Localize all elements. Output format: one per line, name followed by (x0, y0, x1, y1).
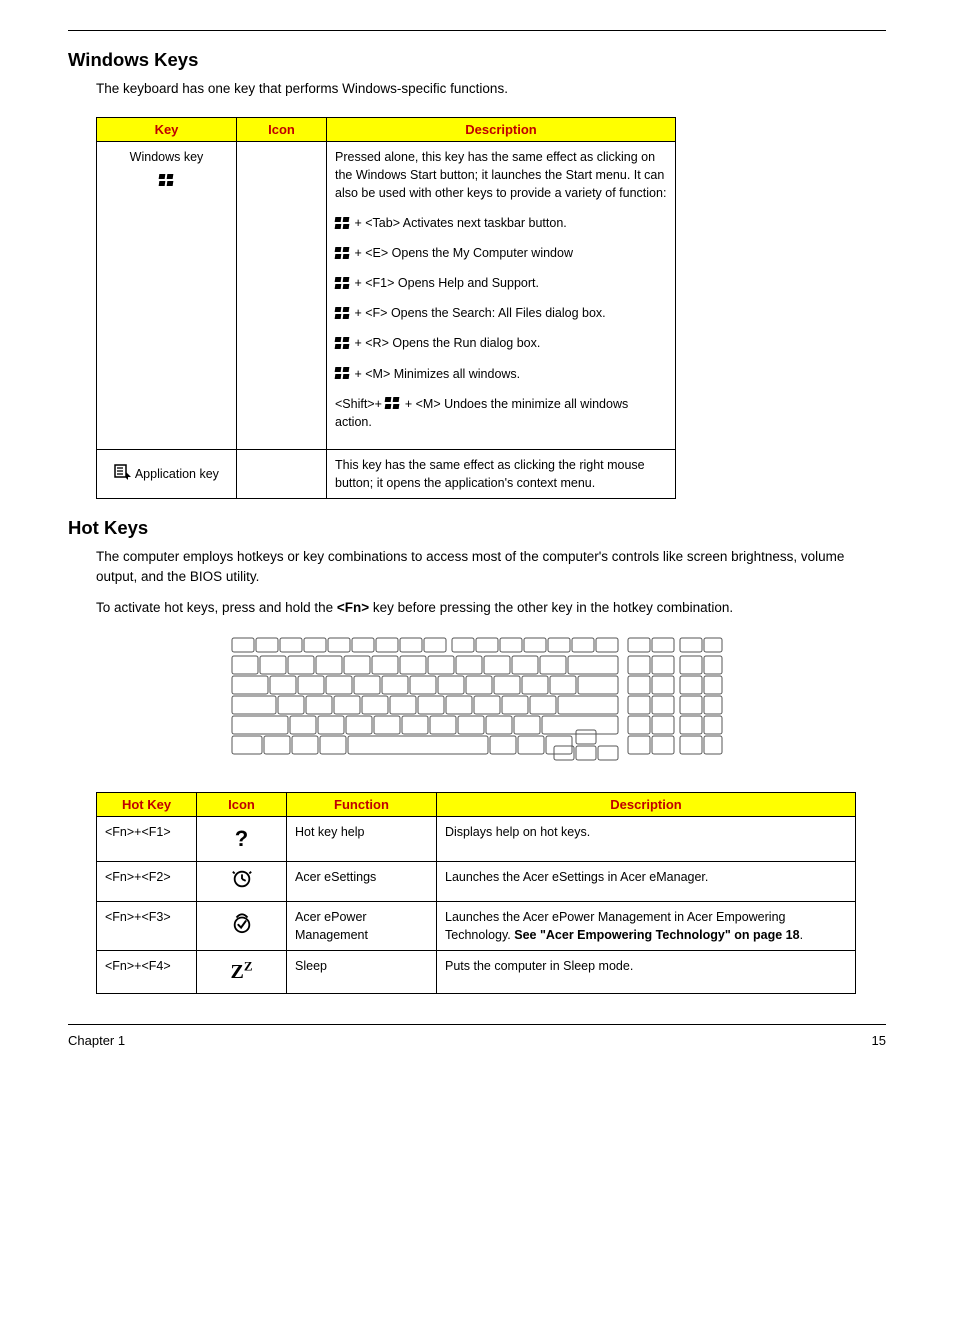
windows-keys-heading: Windows Keys (68, 49, 886, 71)
windows-icon (335, 337, 351, 351)
table-row: Windows key Pressed alone, this key has … (97, 141, 676, 449)
desc-line: + <M> Minimizes all windows. (351, 367, 520, 381)
th-function: Function (287, 792, 437, 816)
cell-key-label: Windows key (105, 148, 228, 166)
windows-icon (335, 367, 351, 381)
table-row: <Fn>+<F2> Acer eSettings Launches the Ac… (97, 861, 856, 901)
footer-chapter: Chapter 1 (68, 1033, 125, 1048)
table-row: <Fn>+<F1> ? Hot key help Displays help o… (97, 816, 856, 861)
cell-fn: Hot key help (287, 816, 437, 861)
cell-desc: Displays help on hot keys. (437, 816, 856, 861)
windows-icon (159, 174, 175, 188)
desc-line: + <F1> Opens Help and Support. (351, 276, 539, 290)
cell-hotkey: <Fn>+<F3> (97, 901, 197, 950)
desc-line: + <E> Opens the My Computer window (351, 246, 573, 260)
sleep-icon: ZZ (230, 961, 252, 983)
application-key-icon (114, 464, 132, 485)
windows-icon (335, 247, 351, 261)
windows-icon (335, 307, 351, 321)
hot-keys-lead-2: To activate hot keys, press and hold the… (96, 598, 886, 618)
hot-keys-table: Hot Key Icon Function Description <Fn>+<… (96, 792, 856, 994)
epower-icon (231, 923, 253, 937)
table-row: <Fn>+<F3> Acer ePower Management Launche… (97, 901, 856, 950)
th-icon: Icon (197, 792, 287, 816)
table-row: <Fn>+<F4> ZZ Sleep Puts the computer in … (97, 951, 856, 994)
desc-line: + <R> Opens the Run dialog box. (351, 336, 540, 350)
cell-fn: Sleep (287, 951, 437, 994)
top-rule (68, 30, 886, 31)
table-row: Application key This key has the same ef… (97, 449, 676, 498)
windows-icon (335, 277, 351, 291)
hot-keys-lead-1: The computer employs hotkeys or key comb… (96, 547, 886, 586)
desc-line: + <Tab> Activates next taskbar button. (351, 216, 567, 230)
cell-desc: Puts the computer in Sleep mode. (437, 951, 856, 994)
th-icon: Icon (237, 117, 327, 141)
settings-clock-icon (231, 879, 253, 893)
cell-desc: Launches the Acer ePower Management in A… (437, 901, 856, 950)
cell-key-label: Application key (132, 466, 219, 480)
windows-keys-table: Key Icon Description Windows key Pressed… (96, 117, 676, 500)
cell-hotkey: <Fn>+<F1> (97, 816, 197, 861)
th-desc: Description (437, 792, 856, 816)
cell-fn: Acer eSettings (287, 861, 437, 901)
windows-keys-lead: The keyboard has one key that performs W… (96, 79, 886, 99)
cell-desc: Launches the Acer eSettings in Acer eMan… (437, 861, 856, 901)
keyboard-diagram (227, 636, 727, 766)
desc-line: + <F> Opens the Search: All Files dialog… (351, 306, 606, 320)
footer-page: 15 (872, 1033, 886, 1048)
cell-hotkey: <Fn>+<F2> (97, 861, 197, 901)
th-key: Key (97, 117, 237, 141)
desc-line-prefix: <Shift>+ (335, 397, 385, 411)
cell-hotkey: <Fn>+<F4> (97, 951, 197, 994)
desc-cell: This key has the same effect as clicking… (327, 449, 676, 498)
th-desc: Description (327, 117, 676, 141)
hot-keys-heading: Hot Keys (68, 517, 886, 539)
question-icon: ? (235, 826, 248, 851)
desc-intro: Pressed alone, this key has the same eff… (335, 148, 667, 202)
th-hotkey: Hot Key (97, 792, 197, 816)
bottom-rule (68, 1024, 886, 1025)
windows-icon (385, 397, 401, 411)
cell-fn: Acer ePower Management (287, 901, 437, 950)
windows-icon (335, 217, 351, 231)
